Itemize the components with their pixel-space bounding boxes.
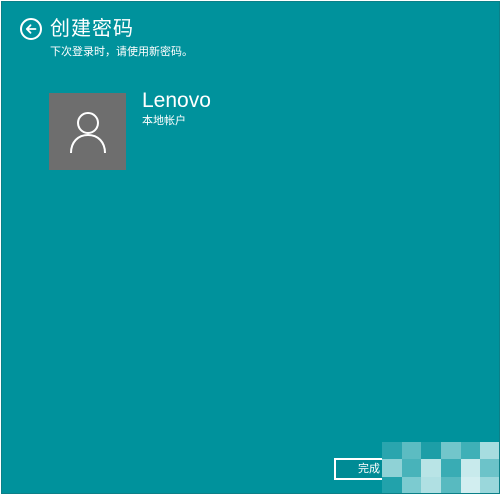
create-password-screen: 创建密码 下次登录时，请使用新密码。 Lenovo 本地帐户 完成 <box>1 1 500 494</box>
account-name: Lenovo <box>142 89 211 112</box>
page-title: 创建密码 <box>50 16 134 40</box>
finish-button[interactable]: 完成 <box>334 458 404 480</box>
avatar <box>49 93 126 170</box>
page-subtitle: 下次登录时，请使用新密码。 <box>50 45 193 58</box>
back-arrow-icon <box>25 24 37 34</box>
user-silhouette-icon <box>69 111 106 153</box>
back-button[interactable] <box>20 18 42 40</box>
account-type: 本地帐户 <box>142 114 186 127</box>
